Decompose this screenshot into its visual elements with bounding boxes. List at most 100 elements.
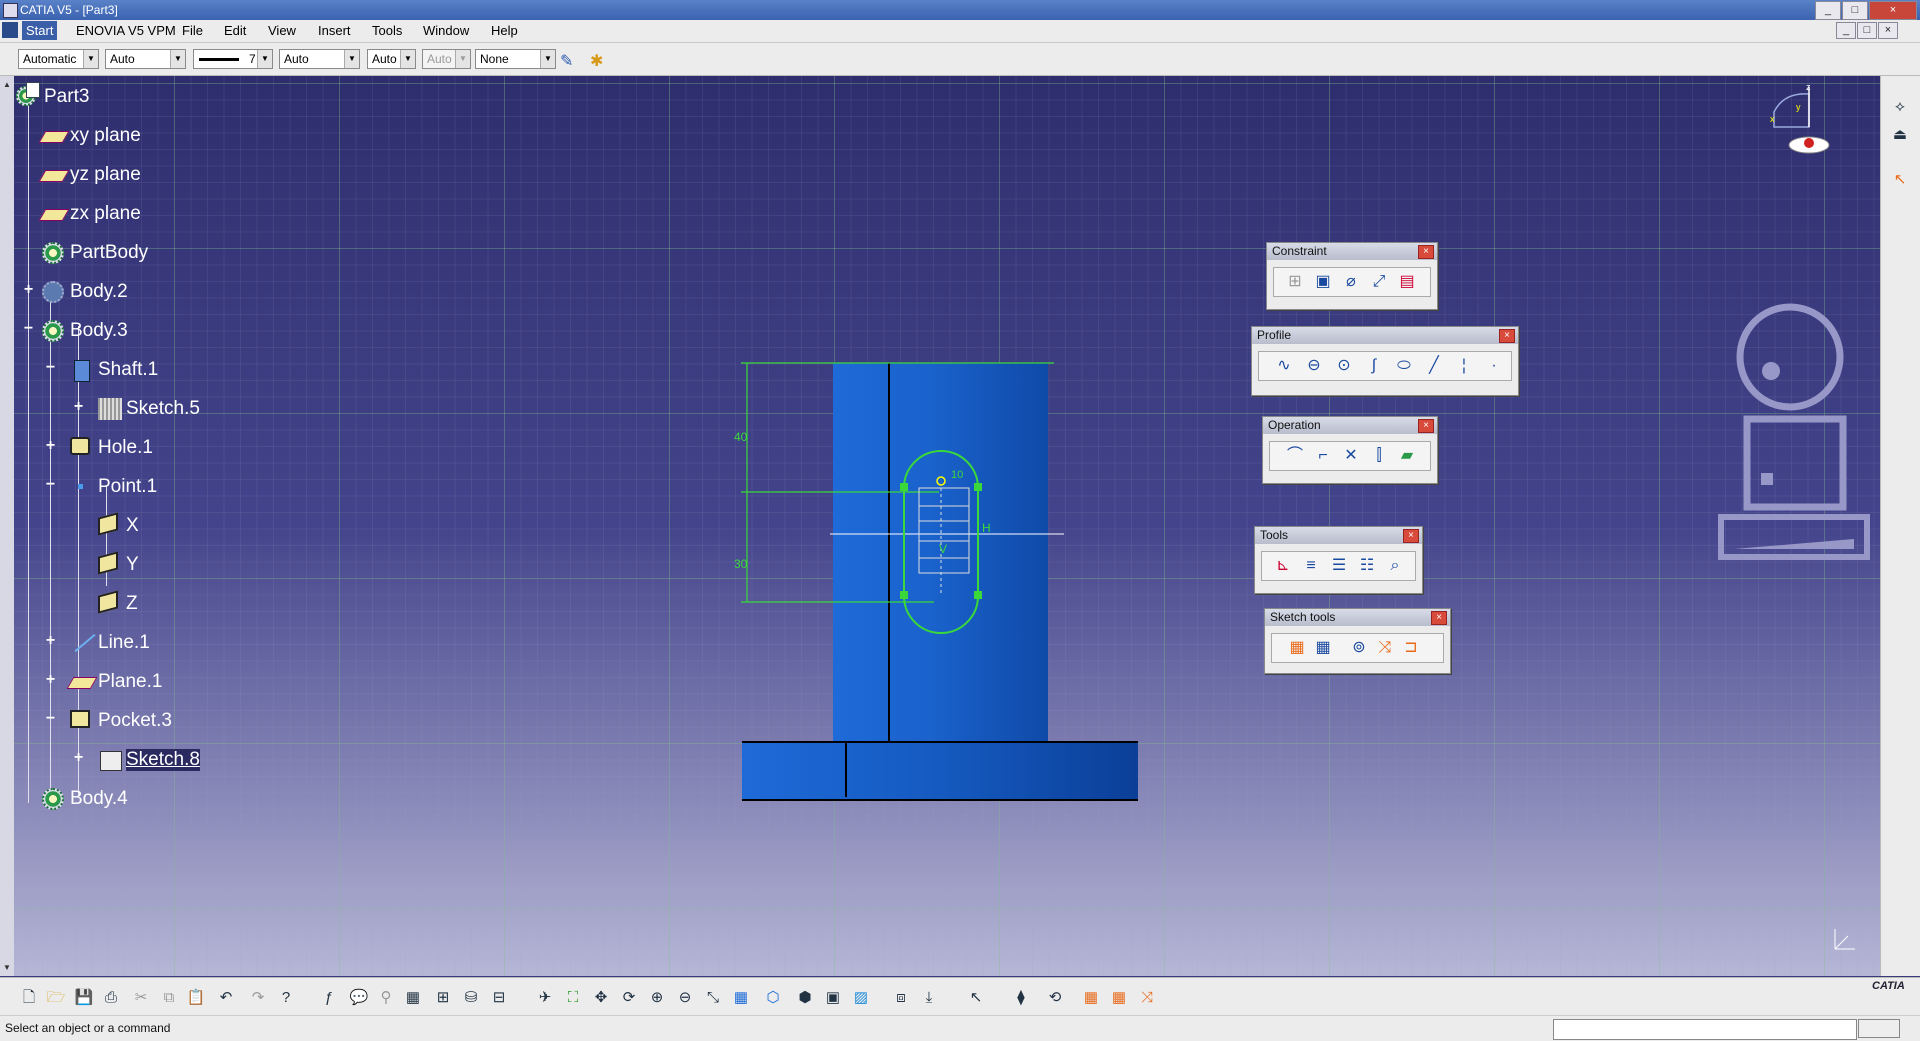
expand-icon[interactable]: +	[44, 672, 57, 688]
animate-constraint-icon[interactable]: ▤	[1396, 271, 1418, 293]
rotate-icon[interactable]: ⟳	[618, 987, 640, 1009]
profile-icon[interactable]: ∿	[1273, 355, 1295, 377]
collapse-icon[interactable]: −	[44, 360, 57, 376]
transparency-select[interactable]: Auto ▼	[105, 49, 186, 69]
hide-show-icon[interactable]: ▣	[822, 987, 844, 1009]
close-button[interactable]: ×	[1869, 1, 1917, 20]
construction-element-icon[interactable]: ⊾	[1272, 555, 1294, 577]
scroll-up-icon[interactable]: ▲	[3, 80, 11, 89]
menu-enovia[interactable]: ENOVIA V5 VPM	[76, 23, 176, 38]
sketcher-icon[interactable]: ⟡	[1889, 96, 1911, 118]
catia-app-icon[interactable]	[3, 3, 18, 18]
menu-insert[interactable]: Insert	[318, 23, 351, 38]
point-icon[interactable]: ·	[1483, 355, 1505, 377]
expand-icon[interactable]: +	[44, 438, 57, 454]
solving-status-icon[interactable]: ☰	[1328, 555, 1350, 577]
new-icon[interactable]: 🗋	[18, 987, 40, 1009]
dimension-30[interactable]: 30	[734, 557, 748, 571]
instantiate-icon[interactable]: ⊞	[432, 987, 454, 1009]
formula-icon[interactable]: ƒ	[318, 987, 340, 1009]
tree-item-point1[interactable]: Point.1	[70, 474, 157, 500]
graphic-properties-icon[interactable]: ✱	[590, 51, 612, 70]
zoom-out-icon[interactable]: ⊖	[674, 987, 696, 1009]
spline-icon[interactable]: ∫	[1363, 355, 1385, 377]
menu-view[interactable]: View	[268, 23, 296, 38]
expand-icon[interactable]: +	[72, 399, 85, 415]
color-select[interactable]: Automatic ▼	[18, 49, 99, 69]
profile-toolbar[interactable]: Profile × ∿ ⊖ ⊙ ∫ ⬭ ╱ ¦ ·	[1251, 326, 1519, 396]
contact-constraint-icon[interactable]: ⌀	[1340, 271, 1362, 293]
tree-item-z[interactable]: Z	[98, 590, 138, 617]
trim-icon[interactable]: ✕	[1340, 445, 1362, 467]
base-plate[interactable]	[742, 741, 1138, 801]
constraint-toolbar[interactable]: Constraint × ⊞ ▣ ⌀ ⤢ ▤	[1266, 242, 1438, 310]
fly-mode-icon[interactable]: ✈	[534, 987, 556, 1009]
doc-maximize-button[interactable]: □	[1857, 22, 1877, 39]
measure-icon[interactable]: ⊟	[488, 987, 510, 1009]
menu-window[interactable]: Window	[423, 23, 469, 38]
output-feature-icon[interactable]: ☷	[1356, 555, 1378, 577]
layer-select[interactable]: None ▼	[475, 49, 556, 69]
scroll-down-icon[interactable]: ▼	[3, 963, 11, 972]
menu-tools[interactable]: Tools	[372, 23, 402, 38]
tree-item-line1[interactable]: Line.1	[70, 630, 150, 656]
axis-icon[interactable]: ¦	[1453, 355, 1475, 377]
zoom-in-icon[interactable]: ⊕	[646, 987, 668, 1009]
document-icon[interactable]	[2, 22, 18, 38]
close-icon[interactable]: ×	[1431, 611, 1447, 625]
select-icon[interactable]: ↖	[965, 987, 987, 1009]
tree-item-pocket3[interactable]: Pocket.3	[70, 708, 172, 734]
dimension-40[interactable]: 40	[734, 430, 748, 444]
elongated-hole-icon[interactable]: ⊖	[1303, 355, 1325, 377]
menu-file[interactable]: File	[182, 23, 203, 38]
copy-icon[interactable]: ⧉	[158, 987, 180, 1009]
tree-item-hole1[interactable]: Hole.1	[70, 435, 153, 461]
3d-viewport[interactable]: Part3 xy plane yz plane zx plane PartBod…	[14, 76, 1880, 976]
snap-to-point-icon[interactable]: ▦	[1312, 637, 1334, 659]
line-type-select[interactable]: Auto ▼	[279, 49, 360, 69]
dimensional-constraints-icon[interactable]: ⤨	[1374, 637, 1396, 659]
expand-icon[interactable]: +	[44, 633, 57, 649]
tree-item-body2[interactable]: Body.2	[42, 279, 128, 305]
collapse-icon[interactable]: −	[22, 321, 35, 337]
command-list-button[interactable]	[1858, 1019, 1900, 1038]
tree-item-body3[interactable]: Body.3	[42, 318, 128, 344]
normal-view-icon[interactable]: ⤡	[702, 987, 724, 1009]
expand-icon[interactable]: +	[22, 282, 35, 298]
tools-toolbar[interactable]: Tools × ⊾ ≡ ☰ ☷ ⌕	[1254, 526, 1423, 594]
menu-help[interactable]: Help	[491, 23, 518, 38]
tree-item-sketch5[interactable]: Sketch.5	[98, 396, 200, 422]
mirror-icon[interactable]: ⫿	[1368, 445, 1390, 467]
iso-view-icon[interactable]: ⬡	[762, 987, 784, 1009]
tree-scrollbar[interactable]: ▲ ▼	[0, 76, 15, 976]
doc-minimize-button[interactable]: _	[1836, 22, 1856, 39]
corner-icon[interactable]: ⌒	[1284, 445, 1306, 467]
tree-item-sketch8[interactable]: Sketch.8	[98, 747, 200, 773]
tree-item-y[interactable]: Y	[98, 551, 139, 578]
dimension-slot[interactable]: 10	[951, 469, 963, 481]
pan-icon[interactable]: ✥	[590, 987, 612, 1009]
select-arrow-icon[interactable]: ↖	[1889, 169, 1911, 191]
menu-start[interactable]: Start	[22, 21, 58, 40]
grid-toggle-icon[interactable]: ▦	[1080, 987, 1102, 1009]
swap-space-icon[interactable]: ▨	[850, 987, 872, 1009]
close-icon[interactable]: ×	[1499, 329, 1515, 343]
knowledge-icon[interactable]: ⚲	[375, 987, 397, 1009]
constraint-dialog-icon[interactable]: ⊞	[1284, 271, 1306, 293]
cut-icon[interactable]: ✂	[130, 987, 152, 1009]
geometrical-constraints-icon[interactable]: ⊚	[1348, 637, 1370, 659]
tree-item-plane1[interactable]: Plane.1	[66, 669, 162, 695]
redo-icon[interactable]: ↷	[247, 987, 269, 1009]
expand-icon[interactable]: +	[72, 750, 85, 766]
collapse-icon[interactable]: −	[44, 477, 57, 493]
ellipse-icon[interactable]: ⬭	[1393, 355, 1415, 377]
sketch-tools-toolbar[interactable]: Sketch tools × ▦ ▦ ⊚ ⤨ ⊐	[1264, 608, 1451, 674]
table-icon[interactable]: ▦	[402, 987, 424, 1009]
open-icon[interactable]: 🗁	[45, 987, 67, 1009]
update-icon[interactable]: ⟲	[1044, 987, 1066, 1009]
grid-icon[interactable]: ▦	[1286, 637, 1308, 659]
constraint-icon[interactable]: ▣	[1312, 271, 1334, 293]
fit-all-icon[interactable]: ⛶	[562, 987, 584, 1009]
tree-item-partbody[interactable]: PartBody	[42, 240, 148, 266]
collapse-icon[interactable]: −	[44, 711, 57, 727]
